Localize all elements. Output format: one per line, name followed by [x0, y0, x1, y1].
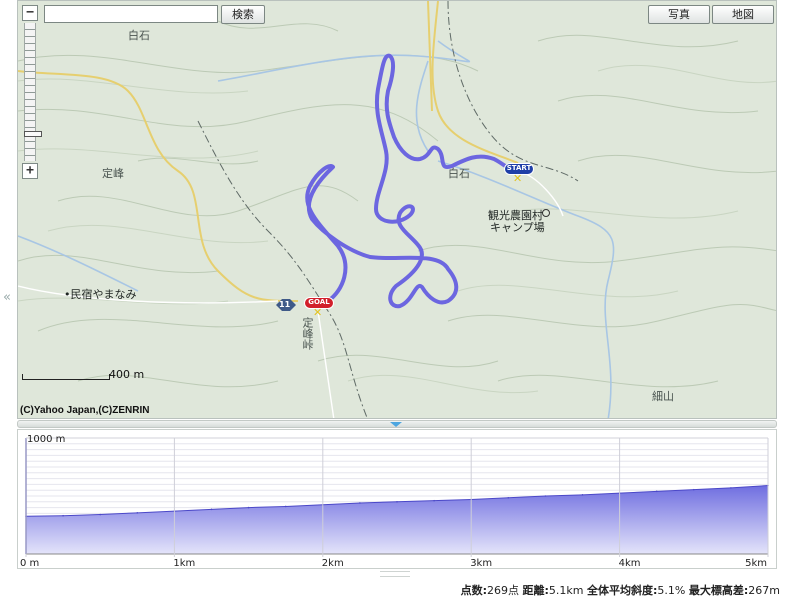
goal-marker[interactable]: GOAL ✕: [304, 297, 334, 319]
place-label-jomine: 定峰: [102, 167, 124, 180]
elevation-point: [655, 490, 658, 493]
distance-value: 5.1km: [548, 584, 584, 597]
elevation-point: [136, 512, 139, 514]
zoom-out-button[interactable]: −: [22, 5, 38, 21]
elev-label: 最大標高差:: [688, 584, 749, 597]
photo-view-button[interactable]: 写真: [648, 5, 710, 24]
elevation-point: [396, 501, 398, 503]
elevation-point: [99, 513, 101, 516]
elevation-point: [359, 502, 361, 504]
map-view-button[interactable]: 地図: [712, 5, 774, 24]
x-tick-label: 4km: [619, 558, 641, 568]
elevation-point: [284, 505, 287, 508]
search-input[interactable]: [44, 5, 218, 23]
resize-grip[interactable]: [380, 571, 410, 577]
elevation-point: [507, 496, 510, 499]
x-tick-label: 0 m: [20, 558, 39, 568]
goal-flag-icon: ✕: [313, 306, 323, 319]
elevation-point: [62, 514, 64, 517]
map-terrain: [18, 1, 776, 418]
elevation-chart: 1000 m 0 m 1km 2km 3km 4km 5km: [17, 429, 777, 569]
y-top-label: 1000 m: [27, 434, 65, 445]
collapse-arrow-icon[interactable]: [390, 422, 402, 427]
elevation-point: [247, 506, 250, 509]
elevation-chart-svg: 1000 m 0 m 1km 2km 3km 4km 5km: [20, 434, 769, 568]
zoom-slider-track[interactable]: [24, 23, 42, 161]
scale-bar: [22, 374, 110, 380]
scale-label: 400 m: [109, 368, 145, 381]
zoom-slider-thumb[interactable]: [24, 131, 42, 137]
grade-value: 5.1%: [657, 584, 686, 597]
elevation-point: [433, 499, 435, 502]
elevation-point: [730, 487, 732, 489]
place-label-minshuku: •民宿やまなみ: [64, 288, 137, 301]
grade-label: 全体平均斜度:: [587, 584, 658, 597]
x-tick-label: 1km: [173, 558, 195, 568]
points-label: 点数:: [460, 584, 488, 597]
place-label-jomine-pass: 定峰峠: [301, 317, 314, 350]
place-label-shiraishi-e: 白石: [448, 167, 470, 180]
place-label-campground-2: キャンプ場: [490, 221, 545, 234]
page-left-gutter: «: [0, 0, 16, 600]
map-copyright: (C)Yahoo Japan,(C)ZENRIN: [20, 405, 150, 416]
route-map[interactable]: 白石 定峰 •民宿やまなみ 白石 観光農園村 キャンプ場 定峰峠 細山 11 S…: [17, 0, 777, 419]
points-value: 269点: [487, 584, 520, 597]
elevation-point: [693, 488, 695, 491]
elevation-point: [544, 495, 547, 497]
place-label-shiraishi-nw: 白石: [128, 29, 150, 42]
x-tick-label: 3km: [470, 558, 492, 568]
route-stats: 点数:269点 距離:5.1km 全体平均斜度:5.1% 最大標高差:267m: [461, 582, 780, 598]
route-shield-11: 11: [279, 300, 291, 309]
place-label-hosoyama: 細山: [652, 390, 674, 403]
x-tick-label: 5km: [745, 558, 767, 568]
double-chevron-left-icon[interactable]: «: [3, 290, 11, 305]
search-button[interactable]: 検索: [221, 5, 265, 24]
start-marker[interactable]: START ✕: [504, 163, 534, 185]
x-tick-label: 2km: [322, 558, 344, 568]
zoom-control: − +: [22, 5, 42, 179]
elevation-point: [581, 494, 584, 496]
distance-label: 距離:: [522, 584, 549, 597]
zoom-in-button[interactable]: +: [22, 163, 38, 179]
panel-splitter[interactable]: [17, 420, 777, 428]
elevation-point: [210, 508, 213, 511]
start-flag-icon: ✕: [513, 172, 523, 185]
elev-value: 267m: [748, 584, 780, 597]
